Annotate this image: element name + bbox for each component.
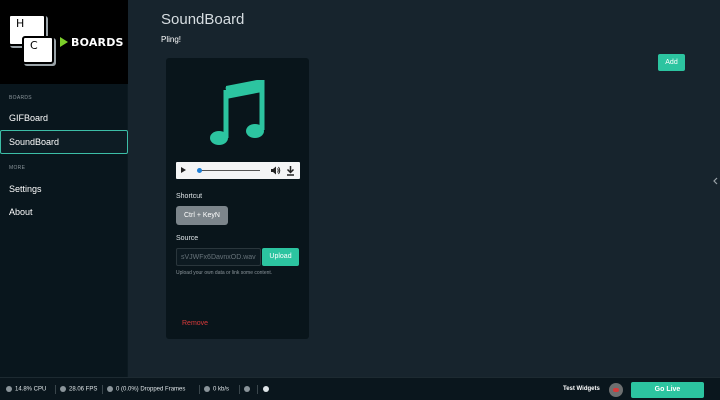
- shortcut-button[interactable]: Ctrl + KeyN: [176, 206, 228, 225]
- cpu-stat: 14.8% CPU: [6, 386, 46, 393]
- audio-player: [176, 162, 300, 179]
- sidebar-section-more: MORE: [9, 165, 26, 171]
- cpu-value: 14.8% CPU: [15, 386, 47, 393]
- music-note-icon: [210, 80, 265, 145]
- divider: [55, 385, 56, 394]
- sidebar-item-gifboard[interactable]: GIFBoard: [0, 106, 128, 130]
- divider: [239, 385, 240, 394]
- dropped-frames-icon: [107, 386, 113, 392]
- source-input[interactable]: sVJWFx6DavnxOD.wav: [176, 248, 261, 266]
- sidebar-section-boards: BOARDS: [9, 95, 32, 101]
- upload-button[interactable]: Upload: [262, 248, 299, 266]
- audio-seek-track[interactable]: [198, 170, 260, 171]
- record-button[interactable]: [609, 383, 623, 397]
- logo-arrow-icon: [60, 37, 68, 47]
- sound-card: Shortcut Ctrl + KeyN Source sVJWFx6Davnx…: [166, 58, 309, 339]
- logo-key-c: C: [22, 36, 54, 64]
- add-button[interactable]: Add: [658, 54, 685, 71]
- sidebar: H C BOARDS BOARDS GIFBoard SoundBoard MO…: [0, 0, 128, 377]
- dropped-frames-value: 0 (0.0%) Dropped Frames: [116, 386, 186, 393]
- divider: [199, 385, 200, 394]
- source-hint: Upload your own data or link some conten…: [176, 270, 273, 276]
- logo-key-c-label: C: [30, 39, 38, 52]
- cpu-icon: [6, 386, 12, 392]
- divider: [257, 385, 258, 394]
- volume-icon[interactable]: [270, 165, 281, 176]
- audio-seek-thumb[interactable]: [197, 168, 202, 173]
- cloud-icon: [244, 386, 250, 392]
- info-stat[interactable]: [263, 386, 272, 393]
- logo-brand-text: BOARDS: [71, 36, 124, 49]
- bitrate-value: 0 kb/s: [213, 386, 230, 393]
- record-icon: [613, 388, 619, 392]
- fps-stat: 28.06 FPS: [60, 386, 97, 393]
- info-icon: [263, 386, 269, 392]
- app-logo: H C BOARDS: [0, 0, 128, 84]
- sidebar-item-soundboard[interactable]: SoundBoard: [0, 130, 128, 154]
- go-live-button[interactable]: Go Live: [631, 382, 704, 398]
- remove-button[interactable]: Remove: [182, 320, 208, 327]
- sidebar-item-settings[interactable]: Settings: [0, 177, 128, 201]
- page-title: SoundBoard: [161, 11, 245, 28]
- divider: [102, 385, 103, 394]
- bitrate-icon: [204, 386, 210, 392]
- status-bar: 14.8% CPU 28.06 FPS 0 (0.0%) Dropped Fra…: [0, 377, 720, 400]
- fps-value: 28.06 FPS: [69, 386, 98, 393]
- cloud-stat[interactable]: [244, 386, 253, 393]
- bitrate-stat: 0 kb/s: [204, 386, 229, 393]
- test-widgets-button[interactable]: Test Widgets: [563, 386, 600, 392]
- fps-icon: [60, 386, 66, 392]
- chevron-left-icon[interactable]: [712, 176, 720, 186]
- shortcut-label: Shortcut: [176, 193, 203, 200]
- download-icon[interactable]: [286, 165, 295, 176]
- play-icon[interactable]: [181, 167, 186, 173]
- sidebar-item-about[interactable]: About: [0, 200, 128, 224]
- logo-key-h-label: H: [16, 17, 25, 30]
- page-subtitle: Pling!: [161, 35, 182, 44]
- source-label: Source: [176, 235, 199, 242]
- dropped-frames-stat: 0 (0.0%) Dropped Frames: [107, 386, 185, 393]
